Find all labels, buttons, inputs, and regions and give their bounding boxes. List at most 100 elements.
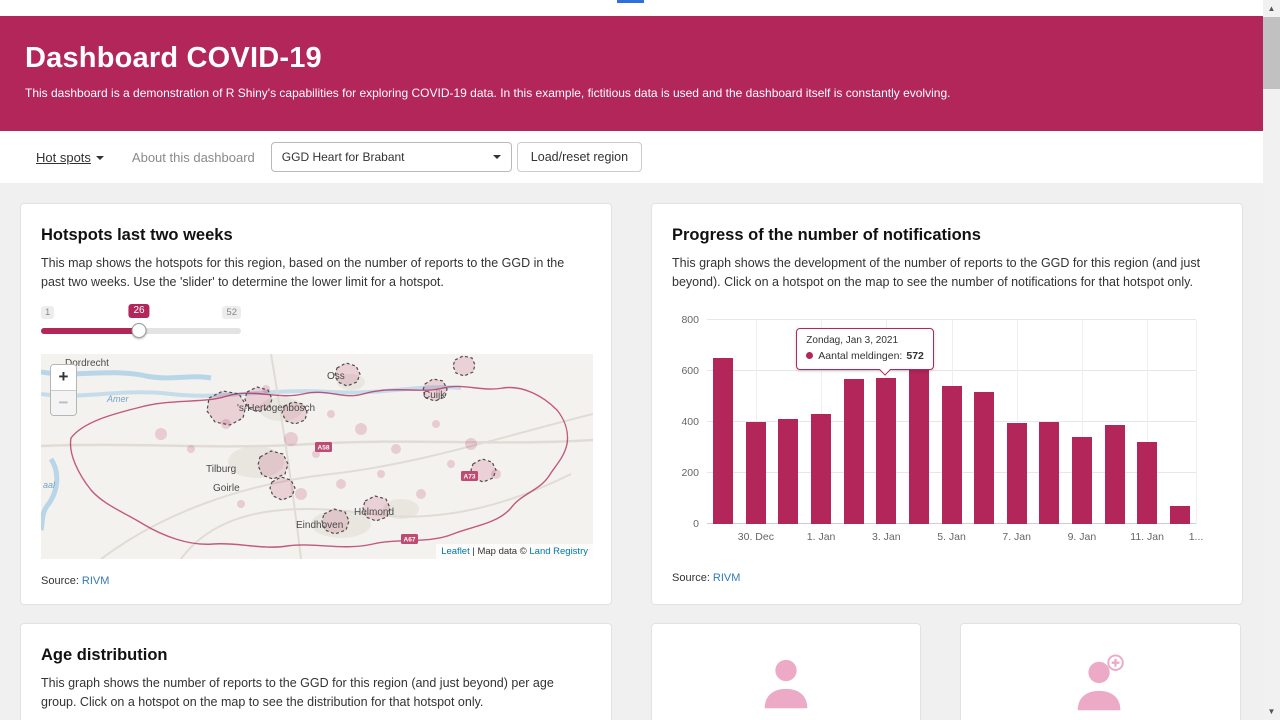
map-canvas[interactable]: Dordrecht Oss Cuijk 's-Hertogenbosch Til… xyxy=(41,354,593,559)
series-marker-icon xyxy=(806,352,813,359)
bar-2-jan[interactable] xyxy=(844,379,864,523)
y-axis-label: 0 xyxy=(693,518,699,530)
y-axis-label: 400 xyxy=(681,416,699,428)
land-registry-link[interactable]: Land Registry xyxy=(529,546,588,557)
y-axis-label: 200 xyxy=(681,467,699,479)
x-axis-label: 3. Jan xyxy=(872,531,901,543)
bar-6-jan[interactable] xyxy=(974,392,994,523)
map-attribution: Leaflet | Map data © Land Registry xyxy=(436,544,593,559)
scrollbar-thumb[interactable] xyxy=(1263,17,1280,89)
road-badge-a58: A58 xyxy=(318,444,330,451)
map-label-amer: Amer xyxy=(106,394,130,404)
header-banner: Dashboard COVID-19 This dashboard is a d… xyxy=(0,16,1263,131)
map-label-cuijk: Cuijk xyxy=(423,390,446,401)
slider-fill xyxy=(41,328,139,334)
attribution-text: | Map data © xyxy=(470,546,530,557)
page-subtitle: This dashboard is a demonstration of R S… xyxy=(25,86,1233,100)
x-axis-label: 9. Jan xyxy=(1068,531,1097,543)
caret-down-icon xyxy=(96,156,104,160)
main-content: Hotspots last two weeks This map shows t… xyxy=(0,183,1263,720)
bar-7-jan[interactable] xyxy=(1007,423,1027,524)
bar-1-jan[interactable] xyxy=(811,414,831,523)
bar-31-dec[interactable] xyxy=(778,419,798,523)
bar-5-jan[interactable] xyxy=(942,386,962,524)
load-reset-region-button[interactable]: Load/reset region xyxy=(517,142,642,172)
map-zoom-control: + − xyxy=(50,364,77,416)
source-line: Source:RIVM xyxy=(672,572,1222,584)
age-card-description: This graph shows the number of reports t… xyxy=(41,674,591,712)
zoom-out-button[interactable]: − xyxy=(51,390,76,415)
map-label-tilburg: Tilburg xyxy=(206,464,236,475)
bar-4-jan[interactable] xyxy=(909,369,929,523)
hotspots-map[interactable]: Dordrecht Oss Cuijk 's-Hertogenbosch Til… xyxy=(41,354,593,559)
hotspots-card: Hotspots last two weeks This map shows t… xyxy=(20,203,612,605)
map-label-shertogenbosch: 's-Hertogenbosch xyxy=(237,403,315,414)
bar-29-dec[interactable] xyxy=(713,358,733,524)
source-line: Source:RIVM xyxy=(41,575,591,587)
bar-30-dec[interactable] xyxy=(746,422,766,524)
slider-max-label: 52 xyxy=(222,306,241,319)
bar-3-jan[interactable] xyxy=(876,378,896,524)
hotspots-card-title: Hotspots last two weeks xyxy=(41,226,591,245)
source-label: Source: xyxy=(41,575,79,587)
page-title: Dashboard COVID-19 xyxy=(25,42,1233,75)
busy-indicator xyxy=(617,0,644,3)
bar-9-jan[interactable] xyxy=(1072,437,1092,524)
map-label-waal: aal xyxy=(43,480,56,490)
nav-item-hotspots[interactable]: Hot spots xyxy=(36,150,104,165)
hotspot-threshold-slider[interactable]: 1 52 26 xyxy=(41,304,241,346)
x-gridline xyxy=(1196,320,1197,524)
bar-10-jan[interactable] xyxy=(1105,425,1125,523)
source-label: Source: xyxy=(672,572,710,584)
x-axis-label: 30. Dec xyxy=(738,531,774,543)
age-distribution-card: Age distribution This graph shows the nu… xyxy=(20,623,612,720)
dashboard-page: Dashboard COVID-19 This dashboard is a d… xyxy=(0,0,1263,720)
value-box-reports xyxy=(651,623,921,720)
bar-8-jan[interactable] xyxy=(1039,422,1059,524)
region-select[interactable]: GGD Heart for Brabant xyxy=(271,142,512,172)
bar-11-jan[interactable] xyxy=(1137,442,1157,524)
notifications-card-title: Progress of the number of notifications xyxy=(672,226,1222,245)
notifications-chart: Zondag, Jan 3, 2021 Aantal meldingen:572… xyxy=(672,306,1222,556)
road-badge-a67: A67 xyxy=(404,536,416,543)
caret-down-icon xyxy=(493,155,501,159)
bottom-row: Age distribution This graph shows the nu… xyxy=(20,623,1243,720)
map-label-helmond: Helmond xyxy=(354,507,394,518)
map-label-oss: Oss xyxy=(327,371,345,382)
rivm-link[interactable]: RIVM xyxy=(713,572,741,584)
scrollbar-down-button[interactable]: ▼ xyxy=(1263,703,1280,720)
scrollbar[interactable]: ▲ ▼ xyxy=(1263,0,1280,720)
chart-tooltip: Zondag, Jan 3, 2021 Aantal meldingen:572 xyxy=(796,328,934,370)
zoom-in-button[interactable]: + xyxy=(51,365,76,390)
leaflet-link[interactable]: Leaflet xyxy=(441,546,470,557)
road-badge-a73: A73 xyxy=(464,473,476,480)
person-icon xyxy=(755,654,817,716)
value-box-medical xyxy=(960,623,1241,720)
region-select-value: GGD Heart for Brabant xyxy=(282,150,405,164)
notifications-card-description: This graph shows the development of the … xyxy=(672,254,1222,292)
map-label-goirle: Goirle xyxy=(213,483,240,494)
tooltip-value: 572 xyxy=(906,350,924,362)
y-axis-label: 800 xyxy=(681,314,699,326)
top-row: Hotspots last two weeks This map shows t… xyxy=(20,203,1243,605)
hotspots-card-description: This map shows the hotspots for this reg… xyxy=(41,254,591,292)
nav-hotspots-label: Hot spots xyxy=(36,150,91,165)
x-axis-label: 7. Jan xyxy=(1002,531,1031,543)
medic-person-icon xyxy=(1070,654,1132,716)
tooltip-date: Zondag, Jan 3, 2021 xyxy=(806,335,924,346)
nav-item-about[interactable]: About this dashboard xyxy=(132,150,255,165)
slider-min-label: 1 xyxy=(41,306,54,319)
scrollbar-up-button[interactable]: ▲ xyxy=(1263,0,1280,17)
bar-12-jan[interactable] xyxy=(1170,506,1190,524)
x-axis-label: 1... xyxy=(1189,531,1204,543)
x-axis-label: 5. Jan xyxy=(937,531,966,543)
rivm-link[interactable]: RIVM xyxy=(82,575,110,587)
tooltip-value-row: Aantal meldingen:572 xyxy=(806,350,924,362)
x-axis-label: 1. Jan xyxy=(807,531,836,543)
notifications-card: Progress of the number of notifications … xyxy=(651,203,1243,605)
tooltip-pointer xyxy=(880,364,891,375)
navbar: Hot spots About this dashboard GGD Heart… xyxy=(0,131,1263,183)
slider-handle[interactable] xyxy=(132,323,147,338)
y-axis-label: 600 xyxy=(681,365,699,377)
chart-plot-area: Zondag, Jan 3, 2021 Aantal meldingen:572… xyxy=(707,320,1196,524)
